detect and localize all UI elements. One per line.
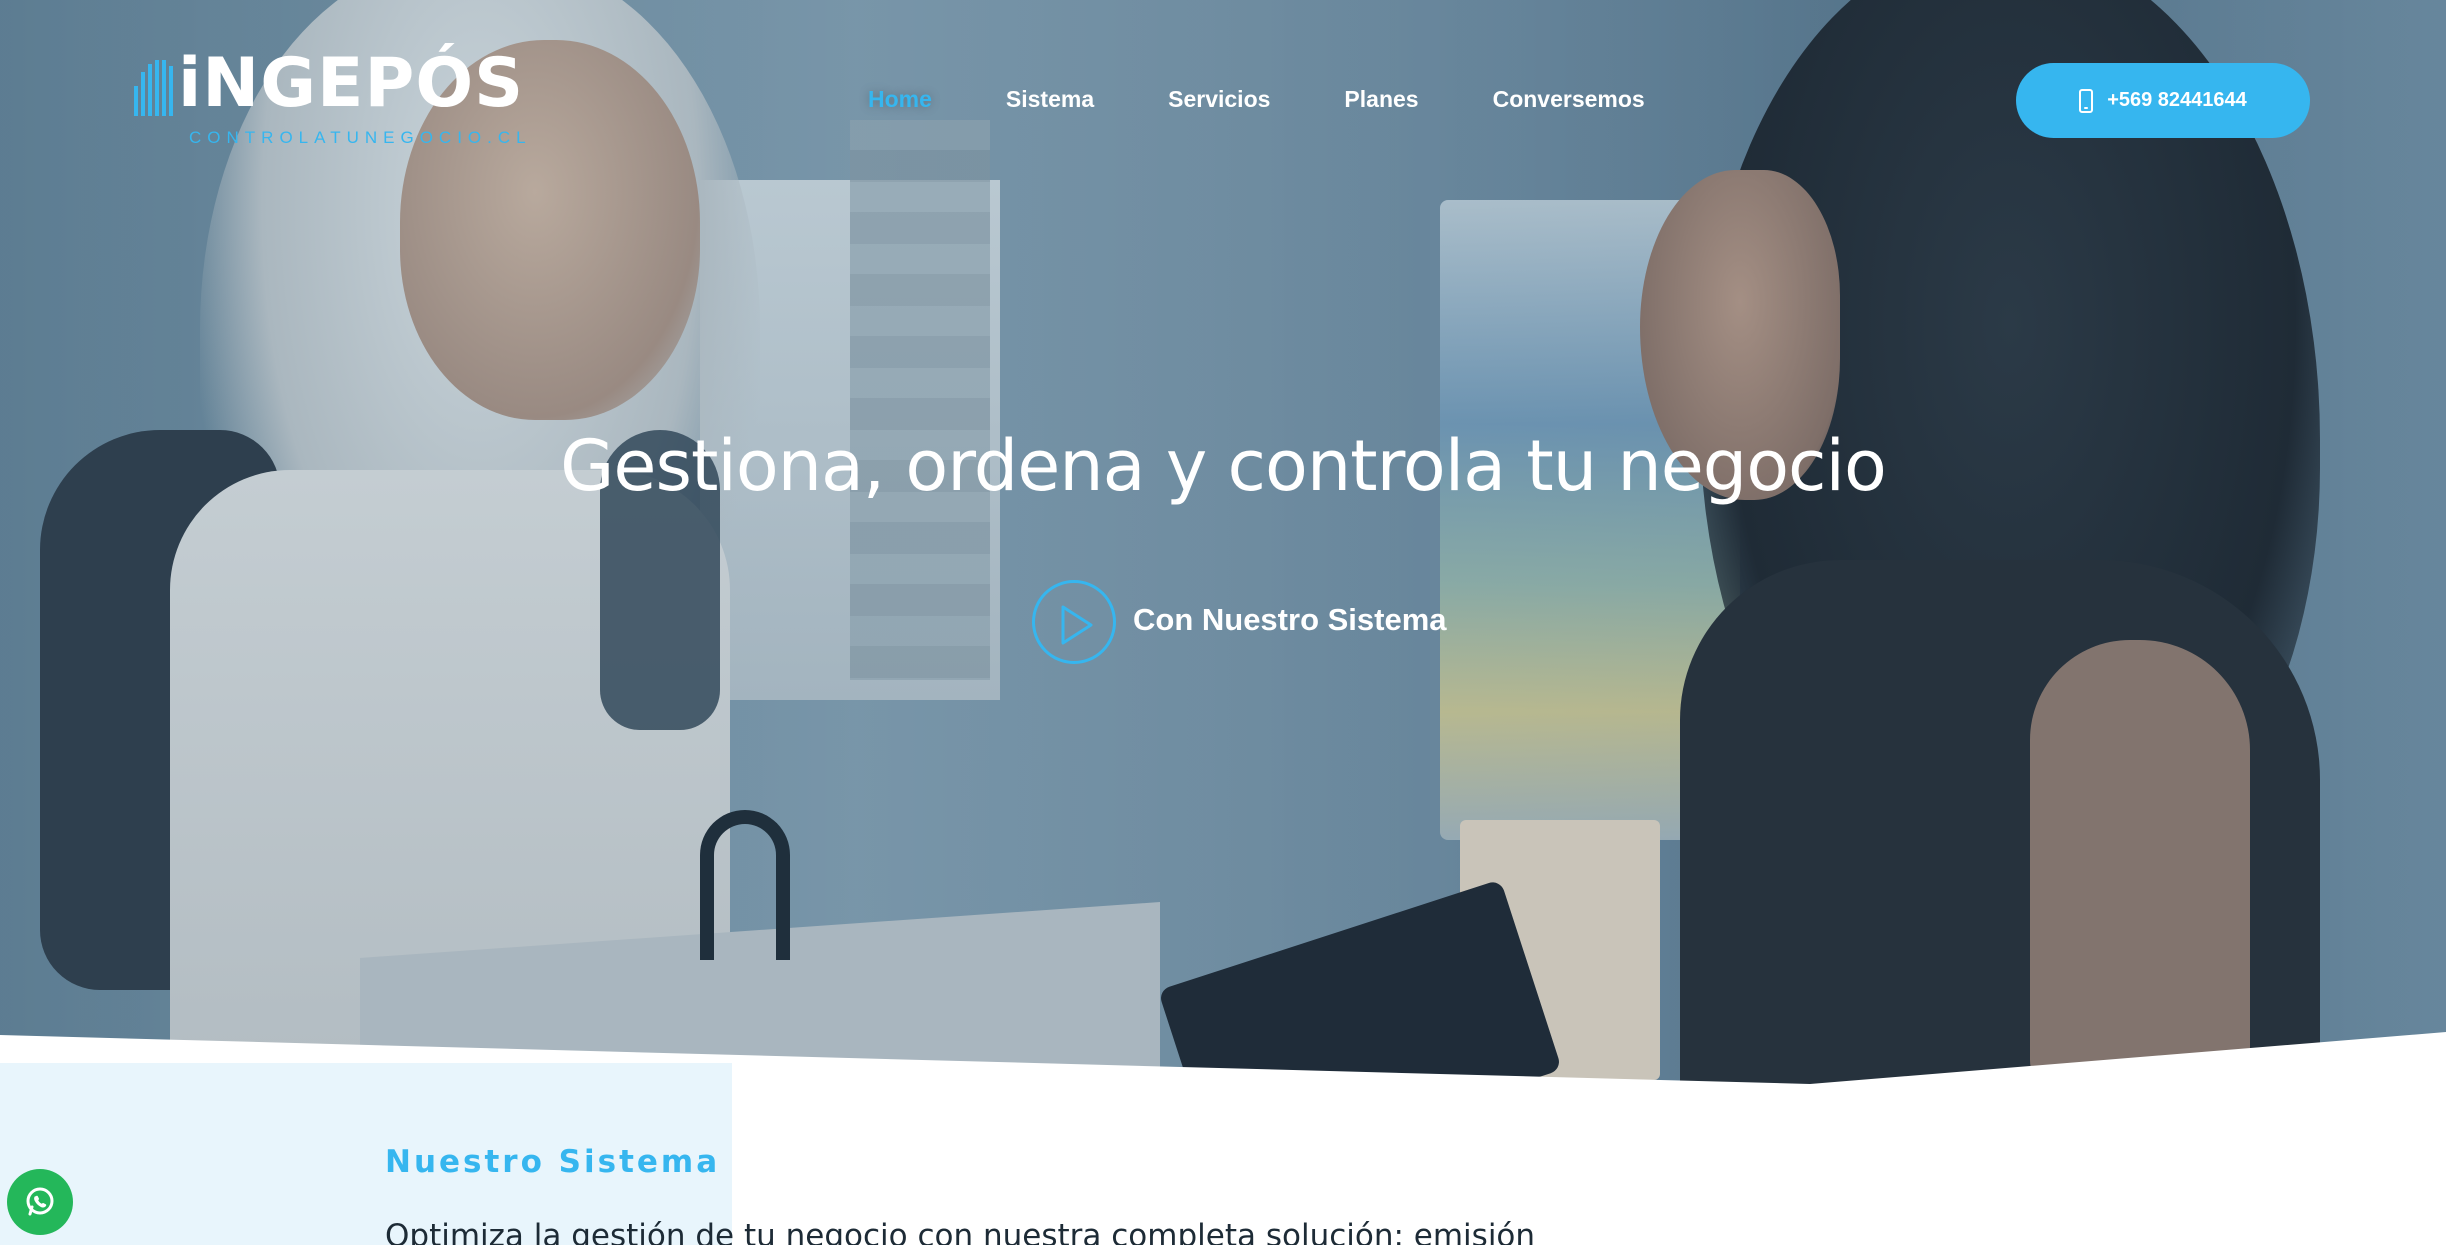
section-lead-text: Optimiza la gestión de tu negocio con nu… [385,1218,1536,1245]
nav-item-planes[interactable]: Planes [1344,86,1418,113]
brand-name: iNGEPÓS [178,44,525,123]
hero-photo-shelf [850,120,990,680]
nav-item-servicios[interactable]: Servicios [1168,86,1270,113]
main-nav: Home Sistema Servicios Planes Conversemo… [868,86,1719,113]
phone-cta-label: +569 82441644 [2107,89,2247,111]
brand-logo[interactable]: iNGEPÓS CONTROLATUNEGOCIO.CL [134,50,526,152]
brand-tagline: CONTROLATUNEGOCIO.CL [189,128,532,147]
nav-item-home[interactable]: Home [868,86,932,113]
section-eyebrow: Nuestro Sistema [385,1144,721,1180]
phone-cta-button[interactable]: +569 82441644 [2016,63,2310,138]
hero-title: Gestiona, ordena y controla tu negocio [560,425,1887,507]
play-icon [1061,605,1093,645]
video-play-label[interactable]: Con Nuestro Sistema [1133,602,1447,638]
nav-item-sistema[interactable]: Sistema [1006,86,1094,113]
nav-item-conversemos[interactable]: Conversemos [1493,86,1645,113]
whatsapp-icon [26,1187,54,1216]
phone-icon [2079,88,2094,113]
whatsapp-button[interactable] [7,1169,73,1235]
logo-bars-icon [134,60,174,116]
hero-photo-bag [700,810,790,960]
video-play-button[interactable] [1032,580,1116,664]
hero-background [0,0,2446,1090]
